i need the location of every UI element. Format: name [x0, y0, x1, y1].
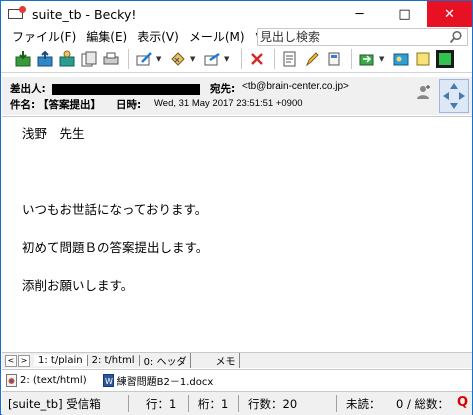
- maximize-button[interactable]: □: [382, 1, 427, 27]
- compose-button[interactable]: [134, 49, 154, 69]
- header-search-box[interactable]: [257, 28, 468, 46]
- forward-dropdown-arrow[interactable]: ▼: [224, 55, 232, 63]
- becky-app-icon[interactable]: [8, 6, 26, 22]
- to-label: 宛先:: [210, 83, 236, 95]
- attachment-docx-label: 練習問題B2－1.docx: [116, 376, 214, 388]
- title-bar: suite_tb - Becky! ─ □ ✕: [1, 1, 472, 27]
- note-button[interactable]: [413, 49, 433, 69]
- status-counts: 0 / 総数：: [396, 397, 450, 411]
- plugin-button[interactable]: [435, 49, 455, 69]
- move-button[interactable]: [357, 49, 377, 69]
- body-line: 浅野 先生: [22, 126, 85, 141]
- status-unread: 未読：: [346, 397, 381, 411]
- add-contact-icon[interactable]: [416, 84, 432, 100]
- menu-view[interactable]: 表示(V): [132, 28, 184, 45]
- header-search-input[interactable]: [258, 30, 438, 44]
- print-button[interactable]: [101, 49, 121, 69]
- tab-html[interactable]: 2: t/html: [88, 355, 140, 366]
- pencil-icon: [305, 52, 319, 67]
- forward-button[interactable]: [202, 49, 222, 69]
- folder-button[interactable]: [79, 49, 99, 69]
- from-label: 差出人:: [10, 83, 46, 95]
- forward-icon: [204, 52, 220, 66]
- status-row: 行：1: [146, 397, 177, 411]
- menu-file[interactable]: ファイル(F): [7, 28, 81, 45]
- attachment-html-label: 2: (text/html): [20, 374, 87, 386]
- main-window: suite_tb - Becky! ─ □ ✕ ファイル(F) 編集(E) 表示…: [0, 0, 473, 415]
- toolbar-separator: [241, 49, 242, 69]
- status-bar: [suite_tb] 受信箱 行：1 桁：1 行数：20 未読： 0 / 総数：…: [2, 391, 472, 415]
- attachment-html[interactable]: 2: (text/html): [6, 373, 87, 387]
- subject-label: 件名:: [10, 99, 36, 111]
- attachment-docx[interactable]: W 練習問題B2－1.docx: [102, 373, 214, 388]
- subject-row: 件名:: [10, 97, 35, 112]
- date-label: 日時:: [116, 99, 142, 111]
- address-book-button[interactable]: [391, 49, 411, 69]
- toolbar-separator: [128, 49, 129, 69]
- date-value: Wed, 31 May 2017 23:51:51 +0900: [154, 98, 303, 109]
- plugin-icon: [436, 50, 454, 68]
- html-file-icon: [6, 373, 17, 387]
- reply-button[interactable]: [168, 49, 188, 69]
- attachment-bar: 2: (text/html) W 練習問題B2－1.docx: [2, 369, 472, 390]
- word-document-icon: W: [102, 373, 114, 387]
- message-body[interactable]: 浅野 先生 いつもお世話になっております。 初めて問題Ｂの答案提出します。 添削…: [2, 116, 472, 351]
- reply-dropdown-arrow[interactable]: ▼: [190, 55, 198, 63]
- filter-button[interactable]: [280, 49, 300, 69]
- folder-list-icon: [81, 51, 97, 67]
- tab-memo[interactable]: メモ: [211, 353, 241, 368]
- close-button[interactable]: ✕: [427, 1, 472, 27]
- toolbar-separator: [351, 49, 352, 69]
- status-column: 桁：1: [198, 397, 229, 411]
- status-folder: [suite_tb] 受信箱: [8, 397, 101, 411]
- printer-icon: [103, 52, 119, 65]
- svg-text:W: W: [105, 377, 113, 386]
- send-mail-icon: [37, 50, 53, 67]
- redacted-sender: [51, 83, 200, 95]
- toolbar: ▼ ▼ ▼ ▼: [1, 46, 472, 73]
- send-mail-button[interactable]: [35, 49, 55, 69]
- check-mail-icon: [15, 51, 31, 67]
- search-icon[interactable]: [449, 30, 463, 44]
- send-receive-icon: [59, 50, 75, 67]
- check-mail-button[interactable]: [13, 49, 33, 69]
- message-header: 差出人: 宛先: <tb@brain-center.co.jp> 件名: 【答案…: [2, 77, 472, 115]
- note-icon: [416, 52, 430, 66]
- send-receive-button[interactable]: [57, 49, 77, 69]
- minimize-button[interactable]: ─: [337, 1, 382, 27]
- queue-status-icon[interactable]: Q: [457, 395, 468, 410]
- menu-bar: ファイル(F) 編集(E) 表示(V) メール(M) ツー: [1, 27, 472, 46]
- address-book-icon: [393, 53, 409, 66]
- menu-mail[interactable]: メール(M): [184, 28, 250, 45]
- navigation-pad[interactable]: [439, 79, 469, 113]
- tab-next-button[interactable]: >: [18, 354, 30, 367]
- to-address[interactable]: <tb@brain-center.co.jp>: [242, 81, 349, 92]
- navigation-arrows-icon: [443, 83, 465, 109]
- move-dropdown-arrow[interactable]: ▼: [379, 55, 387, 63]
- body-line: 添削お願いします。: [22, 278, 134, 293]
- body-line: 初めて問題Ｂの答案提出します。: [22, 240, 209, 255]
- delete-button[interactable]: [247, 49, 267, 69]
- filter-icon: [283, 51, 296, 67]
- compose-icon: [136, 52, 152, 66]
- tab-prev-button[interactable]: <: [5, 354, 17, 367]
- part-tabs: < > 1: t/plain 2: t/html 0: ヘッダ メモ: [2, 352, 472, 368]
- window-controls: ─ □ ✕: [337, 1, 472, 27]
- reply-icon: [171, 52, 185, 66]
- tab-plain[interactable]: 1: t/plain: [34, 355, 88, 366]
- move-folder-icon: [359, 54, 374, 66]
- toolbar-separator: [274, 49, 275, 69]
- menu-edit[interactable]: 編集(E): [81, 28, 132, 45]
- compose-dropdown-arrow[interactable]: ▼: [156, 55, 164, 63]
- label-button[interactable]: [324, 49, 344, 69]
- tag-icon: [328, 52, 340, 66]
- from-row: 差出人:: [10, 81, 200, 96]
- tab-header[interactable]: 0: ヘッダ: [140, 353, 192, 368]
- subject-value: 【答案提出】: [38, 99, 101, 111]
- status-line-count: 行数：20: [248, 397, 298, 411]
- edit-button[interactable]: [302, 49, 322, 69]
- body-line: いつもお世話になっております。: [22, 202, 208, 217]
- window-title: suite_tb - Becky!: [32, 6, 137, 22]
- delete-x-icon: [251, 53, 263, 65]
